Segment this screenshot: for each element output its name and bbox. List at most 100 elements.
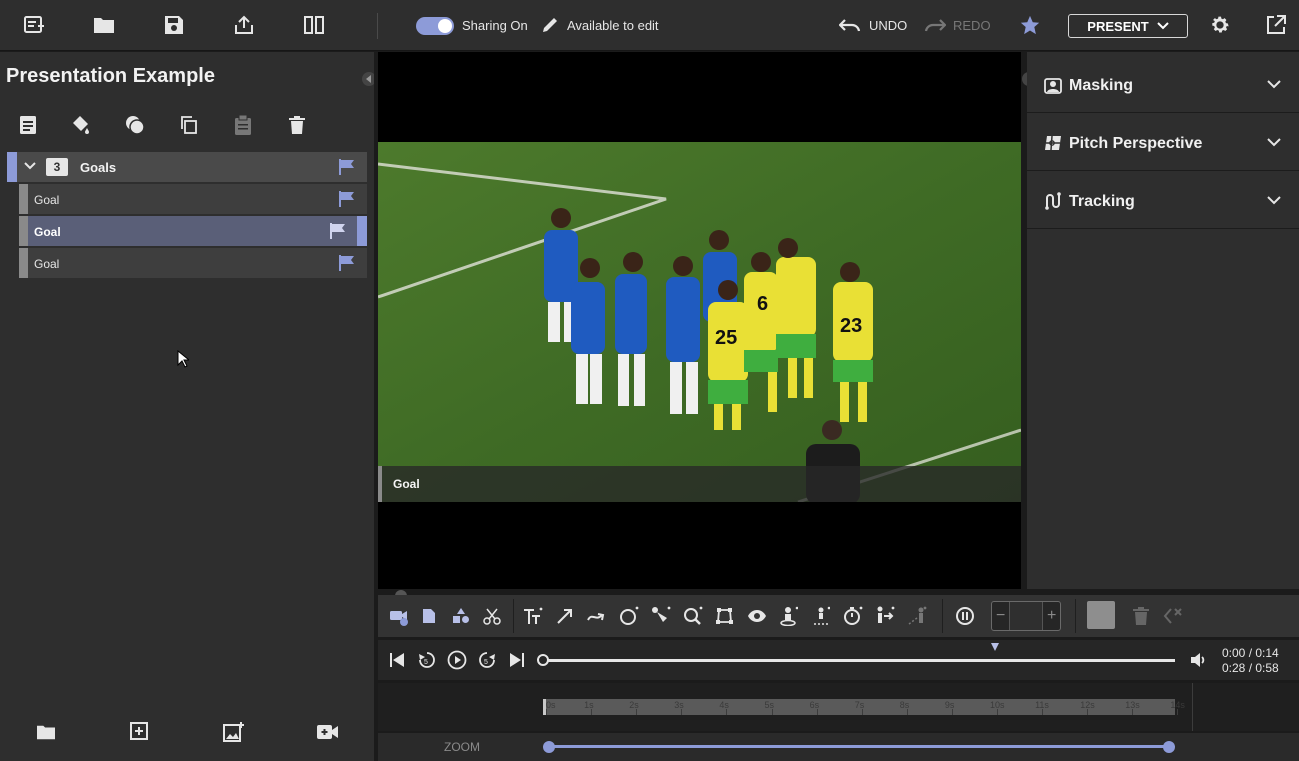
timeline-tick-label: 10s — [990, 700, 1005, 710]
pause-circle-icon[interactable] — [954, 605, 976, 627]
play-icon[interactable] — [447, 650, 467, 670]
layers-icon[interactable] — [124, 114, 146, 136]
clip-caption-bar: Goal — [378, 466, 1021, 502]
zoom-bar: ZOOM — [378, 733, 1299, 761]
export-icon[interactable] — [232, 13, 256, 37]
trash-icon[interactable] — [286, 114, 308, 136]
redo-button[interactable]: REDO — [953, 18, 991, 33]
player-run-icon[interactable] — [874, 605, 896, 627]
clip-group-goals[interactable]: 3 Goals — [7, 152, 367, 182]
tracking-label: Tracking — [1069, 193, 1135, 210]
gear-icon[interactable] — [1208, 13, 1232, 37]
flag-icon[interactable] — [338, 190, 356, 208]
document-icon[interactable] — [17, 114, 39, 136]
undo-button[interactable]: UNDO — [869, 18, 907, 33]
chevron-down-icon[interactable] — [24, 162, 36, 170]
top-toolbar: Sharing On Available to edit UNDO REDO P… — [0, 0, 1299, 51]
clip-item[interactable]: Goal — [19, 248, 367, 278]
circle-tool-icon[interactable] — [618, 605, 640, 627]
clip-item[interactable]: Goal — [19, 184, 367, 214]
add-image-icon[interactable] — [223, 721, 245, 743]
video-viewer[interactable]: 25 6 23 Goal — [378, 52, 1021, 589]
svg-text:5: 5 — [484, 659, 488, 666]
duration-input[interactable] — [1009, 602, 1043, 630]
external-link-icon[interactable] — [1264, 13, 1288, 37]
presentation-title: Presentation Example — [6, 65, 215, 87]
timeline-tick-label: 11s — [1035, 700, 1049, 710]
clip-caption: Goal — [393, 477, 420, 491]
chevron-down-icon[interactable] — [1267, 79, 1281, 89]
spotlight-tool-icon[interactable] — [650, 605, 672, 627]
page-icon[interactable] — [418, 605, 440, 627]
arrow-tool-icon[interactable] — [554, 605, 576, 627]
progress-handle[interactable] — [537, 654, 549, 666]
stopwatch-icon[interactable] — [842, 605, 864, 627]
progress-track[interactable] — [545, 659, 1175, 662]
new-presentation-icon[interactable] — [22, 13, 46, 37]
zoom-start-handle[interactable] — [543, 741, 555, 753]
timeline-tick-label: 3s — [674, 700, 684, 710]
zoom-range-track[interactable] — [549, 745, 1169, 748]
present-button[interactable]: PRESENT — [1068, 14, 1188, 38]
undo-icon[interactable] — [838, 13, 862, 37]
group-label: Goals — [80, 160, 117, 175]
masking-section[interactable]: Masking — [1027, 55, 1299, 113]
skip-end-icon[interactable] — [507, 650, 527, 670]
svg-text:6: 6 — [757, 293, 768, 315]
flag-icon[interactable] — [338, 254, 356, 272]
add-clip-icon[interactable] — [129, 721, 151, 743]
color-swatch[interactable] — [1087, 601, 1115, 629]
paste-icon — [232, 114, 254, 136]
shapes-icon[interactable] — [450, 605, 472, 627]
redo-icon[interactable] — [923, 13, 947, 37]
toolbar-divider — [513, 599, 514, 633]
save-icon[interactable] — [162, 13, 186, 37]
eraser-icon — [1162, 605, 1184, 627]
duration-stepper[interactable]: − + — [991, 601, 1061, 631]
fill-color-icon[interactable] — [70, 114, 92, 136]
sharing-toggle[interactable] — [416, 17, 454, 35]
chevron-down-icon[interactable] — [1267, 137, 1281, 147]
plus-icon[interactable]: + — [1047, 607, 1056, 625]
scissors-icon[interactable] — [481, 605, 503, 627]
chevron-down-icon[interactable] — [1267, 195, 1281, 205]
zoom-end-handle[interactable] — [1163, 741, 1175, 753]
playback-bar: 5 5 0:00 / 0:14 0:28 / 0:58 — [378, 640, 1299, 680]
polygon-tool-icon[interactable] — [714, 605, 736, 627]
add-video-icon[interactable] — [317, 721, 339, 743]
open-folder-icon[interactable] — [92, 13, 116, 37]
tracking-section[interactable]: Tracking — [1027, 171, 1299, 229]
player-marker-icon[interactable] — [778, 605, 800, 627]
pitch-perspective-section[interactable]: Pitch Perspective — [1027, 113, 1299, 171]
skip-start-icon[interactable] — [387, 650, 407, 670]
open-folder-icon[interactable] — [35, 721, 57, 743]
copy-icon[interactable] — [178, 114, 200, 136]
timeline-tick-label: 14s — [1170, 700, 1185, 710]
fast-forward-icon[interactable]: 5 — [477, 650, 497, 670]
timeline-tick-label: 0s — [546, 700, 556, 710]
timeline-tick-label: 13s — [1125, 700, 1140, 710]
timeline-tick-label: 7s — [854, 700, 865, 710]
clip-color-bar — [19, 216, 28, 246]
player-move-icon[interactable] — [810, 605, 832, 627]
timeline-divider — [1192, 683, 1193, 731]
flag-icon[interactable] — [338, 158, 356, 176]
camera-icon[interactable] — [388, 605, 410, 627]
rewind-icon[interactable]: 5 — [417, 650, 437, 670]
clip-item-selected[interactable]: Goal — [19, 216, 367, 246]
flag-icon[interactable] — [329, 222, 347, 240]
toolbar-divider — [377, 13, 378, 39]
timeline-ruler[interactable]: 0s 1s 2s 3s 4s 5s 6s 7s 8s 9s 10s 11s 12s 13s 14s — [543, 699, 1185, 715]
volume-icon[interactable] — [1189, 650, 1209, 670]
split-view-icon[interactable] — [302, 13, 326, 37]
minus-icon[interactable]: − — [996, 607, 1005, 625]
svg-text:5: 5 — [424, 659, 428, 666]
eye-icon[interactable] — [746, 605, 768, 627]
playhead-marker[interactable] — [991, 643, 999, 651]
star-icon[interactable] — [1018, 13, 1042, 37]
timeline[interactable]: 0s 1s 2s 3s 4s 5s 6s 7s 8s 9s 10s 11s 12s 13s 14s — [378, 683, 1299, 731]
curved-arrow-tool-icon[interactable] — [586, 605, 608, 627]
magnifier-tool-icon[interactable] — [682, 605, 704, 627]
clip-color-bar — [19, 184, 28, 214]
text-tool-icon[interactable] — [522, 605, 544, 627]
